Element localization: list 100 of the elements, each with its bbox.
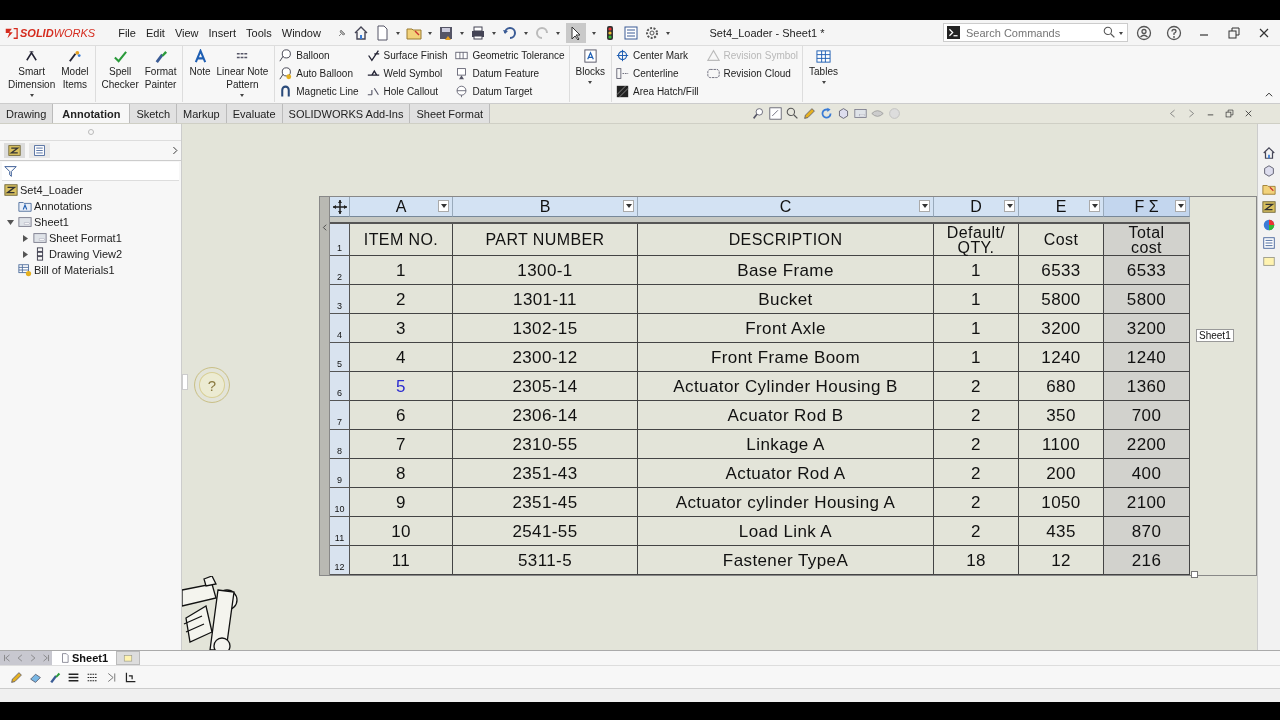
search-icon[interactable] <box>1103 26 1116 39</box>
tree-item[interactable]: Annotations <box>34 200 93 212</box>
ribbon-button[interactable]: Note <box>186 48 214 100</box>
ribbon-button[interactable]: Tables <box>806 48 841 100</box>
rotate-icon[interactable] <box>820 107 834 120</box>
row-number[interactable]: 5 <box>330 343 350 372</box>
restore-icon[interactable] <box>1226 24 1242 41</box>
user-icon[interactable] <box>1136 24 1152 41</box>
ribbon-tab[interactable]: Sheet Format <box>410 104 491 123</box>
dropdown-caret-icon[interactable] <box>625 204 632 208</box>
tree-item[interactable]: Sheet Format1 <box>49 232 122 244</box>
ribbon-button[interactable]: Centerline <box>616 65 679 82</box>
help-bubble[interactable]: ? <box>194 367 230 403</box>
sheet-tab[interactable]: Sheet1 <box>52 651 117 665</box>
dropdown-caret-icon[interactable] <box>1118 29 1124 36</box>
ribbon-button[interactable]: Model Items <box>58 48 92 100</box>
row-number[interactable]: 8 <box>330 430 350 459</box>
ribbon-button[interactable]: Area Hatch/Fill <box>616 83 699 100</box>
column-header[interactable]: A <box>350 197 453 217</box>
zoom-area-icon[interactable] <box>769 107 783 120</box>
eraser-icon[interactable] <box>29 670 42 684</box>
save-icon[interactable] <box>437 24 454 41</box>
ribbon-button[interactable]: Weld Symbol <box>366 65 443 82</box>
ribbon-tab[interactable]: Markup <box>177 104 227 123</box>
expand-arrow-icon[interactable] <box>21 234 29 242</box>
ribbon-button[interactable]: Revision Cloud <box>706 65 791 82</box>
dropdown-caret-icon[interactable] <box>426 29 433 36</box>
row-number[interactable]: 11 <box>330 517 350 546</box>
column-header[interactable]: E <box>1019 197 1104 217</box>
ribbon-button[interactable]: Datum Target <box>455 83 533 100</box>
collapse-arrow-icon[interactable] <box>6 218 14 226</box>
panel-collapse-handle[interactable] <box>182 374 188 390</box>
filter-icon[interactable] <box>4 164 17 178</box>
ribbon-tab[interactable]: Evaluate <box>226 104 283 123</box>
help-icon[interactable] <box>1166 24 1182 41</box>
tree-item[interactable]: Set4_Loader <box>20 184 83 196</box>
row-number[interactable]: 3 <box>330 285 350 314</box>
dropdown-caret-icon[interactable] <box>522 29 529 36</box>
dropdown-caret-icon[interactable] <box>664 29 671 36</box>
column-header[interactable]: D <box>934 197 1019 217</box>
tile-left-icon[interactable] <box>1167 108 1178 119</box>
feature-tree-icon[interactable] <box>8 144 21 157</box>
dropdown-caret-icon[interactable] <box>1006 204 1013 208</box>
menu-item[interactable]: Edit <box>140 24 170 41</box>
design-library-icon[interactable] <box>1262 182 1276 196</box>
row-number[interactable]: 1 <box>330 224 350 256</box>
expand-arrow-icon[interactable] <box>21 250 29 258</box>
column-header[interactable]: B <box>453 197 638 217</box>
dropdown-caret-icon[interactable] <box>394 29 401 36</box>
move-handle-icon[interactable] <box>331 198 348 215</box>
ribbon-button[interactable]: Spell Checker <box>98 48 142 100</box>
dropdown-caret-icon[interactable] <box>490 29 497 36</box>
custom-properties-icon[interactable] <box>1262 236 1276 250</box>
menu-item[interactable]: Insert <box>203 24 242 41</box>
ribbon-tab[interactable]: Sketch <box>130 104 178 123</box>
row-number[interactable]: 2 <box>330 256 350 285</box>
row-number[interactable]: 7 <box>330 401 350 430</box>
row-number[interactable]: 9 <box>330 459 350 488</box>
brush-icon[interactable] <box>48 670 61 684</box>
menu-item[interactable]: File <box>113 24 141 41</box>
dropdown-caret-icon[interactable] <box>590 29 597 36</box>
ribbon-button[interactable]: Format Painter <box>141 48 180 100</box>
appearances-icon[interactable] <box>1262 218 1276 232</box>
dropdown-caret-icon[interactable] <box>921 204 928 208</box>
ribbon-button[interactable]: Center Mark <box>616 47 688 64</box>
row-number[interactable]: 12 <box>330 546 350 575</box>
tree-item[interactable]: Bill of Materials1 <box>34 264 115 276</box>
dropdown-caret-icon[interactable] <box>554 29 561 36</box>
tree-item[interactable]: Drawing View2 <box>49 248 123 260</box>
ribbon-button[interactable]: Linear Note Pattern <box>213 48 272 100</box>
ribbon-tab[interactable]: Annotation <box>53 104 131 123</box>
ribbon-tab[interactable]: SOLIDWORKS Add-Ins <box>282 104 411 123</box>
ribbon-button[interactable]: Auto Balloon <box>279 65 353 82</box>
collapse-icon[interactable] <box>1264 90 1274 100</box>
row-number[interactable]: 10 <box>330 488 350 517</box>
row-number[interactable]: 4 <box>330 314 350 343</box>
dropdown-caret-icon[interactable] <box>440 204 447 208</box>
dropdown-caret-icon[interactable] <box>458 29 465 36</box>
menu-item[interactable]: Tools <box>241 24 277 41</box>
tile-right-icon[interactable] <box>1186 108 1197 119</box>
column-header[interactable]: C <box>638 197 934 217</box>
undo-icon[interactable] <box>501 24 518 41</box>
menu-item[interactable]: View <box>169 24 204 41</box>
tree-item[interactable]: Sheet1 <box>34 216 69 228</box>
ribbon-button[interactable]: Smart Dimension <box>5 48 59 100</box>
settings-icon[interactable] <box>643 24 660 41</box>
ribbon-button[interactable]: Blocks <box>572 48 608 100</box>
column-header[interactable]: F Σ <box>1104 197 1190 217</box>
zoom-icon[interactable] <box>752 107 766 120</box>
expand-panel-icon[interactable] <box>170 145 181 156</box>
property-list-icon[interactable] <box>33 144 46 157</box>
ribbon-button[interactable]: Hole Callout <box>366 83 438 100</box>
ribbon-button[interactable]: Geometric Tolerance <box>455 47 565 64</box>
close-icon[interactable] <box>1243 108 1254 119</box>
select-button[interactable] <box>565 22 586 43</box>
home-icon[interactable] <box>352 24 369 41</box>
restore-icon[interactable] <box>1224 108 1235 119</box>
pencil-icon[interactable] <box>803 107 817 120</box>
ribbon-button[interactable]: Datum Feature <box>455 65 540 82</box>
print-icon[interactable] <box>469 24 486 41</box>
